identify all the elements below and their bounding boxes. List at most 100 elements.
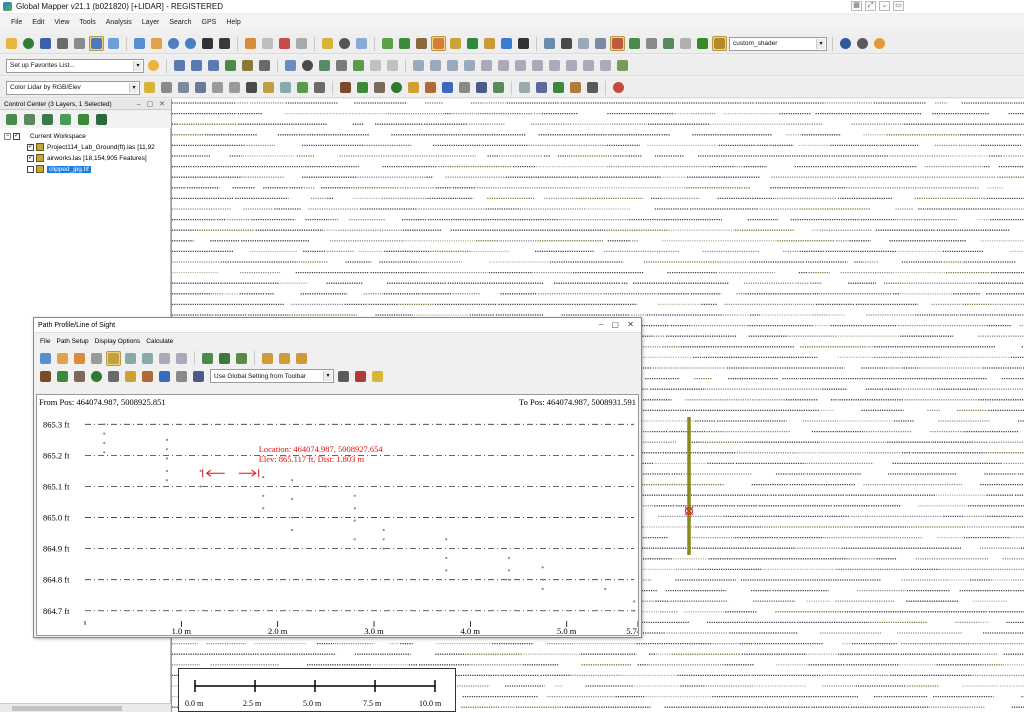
lidar-cut-icon[interactable] <box>174 351 189 366</box>
terrain-icon[interactable] <box>380 36 395 51</box>
grid-icon[interactable]: ▦ <box>851 1 862 11</box>
class-line-icon[interactable] <box>191 369 206 384</box>
join-icon[interactable] <box>513 58 528 73</box>
profile-bar-3-icon[interactable] <box>294 351 309 366</box>
layer-add-icon[interactable] <box>4 112 19 127</box>
lidar-color-select[interactable]: Color Lidar by RGB/Elev ▾ <box>6 80 140 95</box>
profile-path-marker[interactable] <box>684 417 694 555</box>
class-ground-icon[interactable] <box>38 369 53 384</box>
web-globe-icon[interactable] <box>838 36 853 51</box>
class-vegetation-icon[interactable] <box>55 369 70 384</box>
control-center-icon[interactable] <box>89 36 104 51</box>
profile-bar-2-icon[interactable] <box>277 351 292 366</box>
split-vertical-icon[interactable] <box>140 351 155 366</box>
class-grid-icon[interactable] <box>491 80 506 95</box>
terrain-3-icon[interactable] <box>234 351 249 366</box>
profile-bar-icon[interactable] <box>260 351 275 366</box>
layer-remove-icon[interactable] <box>22 112 37 127</box>
select-box-icon[interactable] <box>89 351 104 366</box>
lidar-move-icon[interactable] <box>157 351 172 366</box>
class-water-icon[interactable] <box>440 80 455 95</box>
class-vegetation-icon[interactable] <box>355 80 370 95</box>
lidar-camera-icon[interactable] <box>585 80 600 95</box>
layer-row[interactable]: ✓ Project114_Lab_Ground(ft).las [11,92 <box>27 142 155 152</box>
buffer-icon[interactable] <box>530 58 545 73</box>
dialog-window-controls[interactable]: – ▢ ✕ <box>599 320 637 329</box>
feature-2-icon[interactable] <box>317 58 332 73</box>
menu-help[interactable]: Help <box>226 19 240 26</box>
lidar-sphere-icon[interactable] <box>611 80 626 95</box>
feature-4-icon[interactable] <box>351 58 366 73</box>
class-tree-icon[interactable] <box>389 80 404 95</box>
move-vertex-icon[interactable] <box>462 58 477 73</box>
class-ground-icon[interactable] <box>338 80 353 95</box>
feature-6-icon[interactable] <box>385 58 400 73</box>
watershed-icon[interactable] <box>465 36 480 51</box>
percent-icon[interactable] <box>610 36 625 51</box>
draw-line-2-icon[interactable] <box>189 58 204 73</box>
class-building-icon[interactable] <box>372 80 387 95</box>
shader-select[interactable]: custom_shader ▾ <box>729 36 827 51</box>
cut-icon[interactable] <box>479 58 494 73</box>
snap-icon[interactable] <box>547 58 562 73</box>
class-road-icon[interactable] <box>174 369 189 384</box>
menu-analysis[interactable]: Analysis <box>106 19 132 26</box>
restore-icon[interactable]: ⤢ <box>865 1 876 11</box>
scale-icon[interactable] <box>445 58 460 73</box>
simplify-icon[interactable] <box>598 58 613 73</box>
lidar-3d-icon[interactable] <box>534 80 549 95</box>
cancel-x-icon[interactable] <box>516 36 531 51</box>
collapse-icon[interactable]: − <box>4 132 11 140</box>
print-icon[interactable] <box>55 36 70 51</box>
terrain-contour-icon[interactable] <box>414 36 429 51</box>
terrain-icon[interactable] <box>200 351 215 366</box>
profile-plot[interactable]: From Pos: 464074.987, 5008925.851 To Pos… <box>36 394 639 636</box>
search-icon[interactable] <box>354 36 369 51</box>
draw-line-3-icon[interactable] <box>206 58 221 73</box>
scrollbar-thumb[interactable] <box>12 706 122 711</box>
draw-line-icon[interactable] <box>172 58 187 73</box>
menu-file[interactable]: File <box>11 19 22 26</box>
layer-options-icon[interactable] <box>40 112 55 127</box>
layer-checkbox[interactable] <box>27 165 34 173</box>
lidar-filter-funnel-icon[interactable] <box>142 80 157 95</box>
dialog-menu-path-setup[interactable]: Path Setup <box>56 338 88 345</box>
class-tree-icon[interactable] <box>89 369 104 384</box>
measure-icon[interactable] <box>294 36 309 51</box>
pencil-icon[interactable] <box>243 36 258 51</box>
digitize-icon[interactable] <box>320 36 335 51</box>
menu-search[interactable]: Search <box>169 19 191 26</box>
terrain-2-icon[interactable] <box>217 351 232 366</box>
lidar-tower-icon[interactable] <box>568 80 583 95</box>
save-icon[interactable] <box>38 36 53 51</box>
layer-row[interactable]: ✓ airworks.las [18,154,905 Features] <box>27 153 147 163</box>
lidar-select-2-icon[interactable] <box>176 80 191 95</box>
split-horizontal-icon[interactable] <box>123 351 138 366</box>
zoom-out-icon[interactable] <box>183 36 198 51</box>
vertex-icon[interactable] <box>564 58 579 73</box>
workspace-checkbox[interactable]: ✓ <box>13 132 20 140</box>
circle-icon[interactable] <box>300 58 315 73</box>
panel-horizontal-scrollbar[interactable] <box>0 703 171 712</box>
lidar-stats-icon[interactable] <box>627 36 642 51</box>
3d-view-icon[interactable] <box>499 36 514 51</box>
panel-controls[interactable]: – ▢ ✕ <box>137 100 167 108</box>
shader-m-icon[interactable] <box>695 36 710 51</box>
sun-moon-icon[interactable] <box>872 36 887 51</box>
zoom-tool-icon[interactable] <box>132 36 147 51</box>
monitor-icon[interactable]: ▭ <box>893 1 904 11</box>
feature-5-icon[interactable] <box>368 58 383 73</box>
pan-hand-icon[interactable] <box>55 351 70 366</box>
dialog-menu-file[interactable]: File <box>40 338 50 345</box>
copy-icon[interactable] <box>593 36 608 51</box>
lidar-classify-icon[interactable] <box>661 36 676 51</box>
lidar-thin-icon[interactable] <box>278 80 293 95</box>
zoom-in-icon[interactable] <box>166 36 181 51</box>
lidar-filter-icon[interactable] <box>644 36 659 51</box>
menu-tools[interactable]: Tools <box>79 19 95 26</box>
gear-icon[interactable] <box>855 36 870 51</box>
lidar-building-icon[interactable] <box>312 80 327 95</box>
crosshair-icon[interactable] <box>336 369 351 384</box>
grid-icon[interactable] <box>576 36 591 51</box>
menu-edit[interactable]: Edit <box>32 19 44 26</box>
